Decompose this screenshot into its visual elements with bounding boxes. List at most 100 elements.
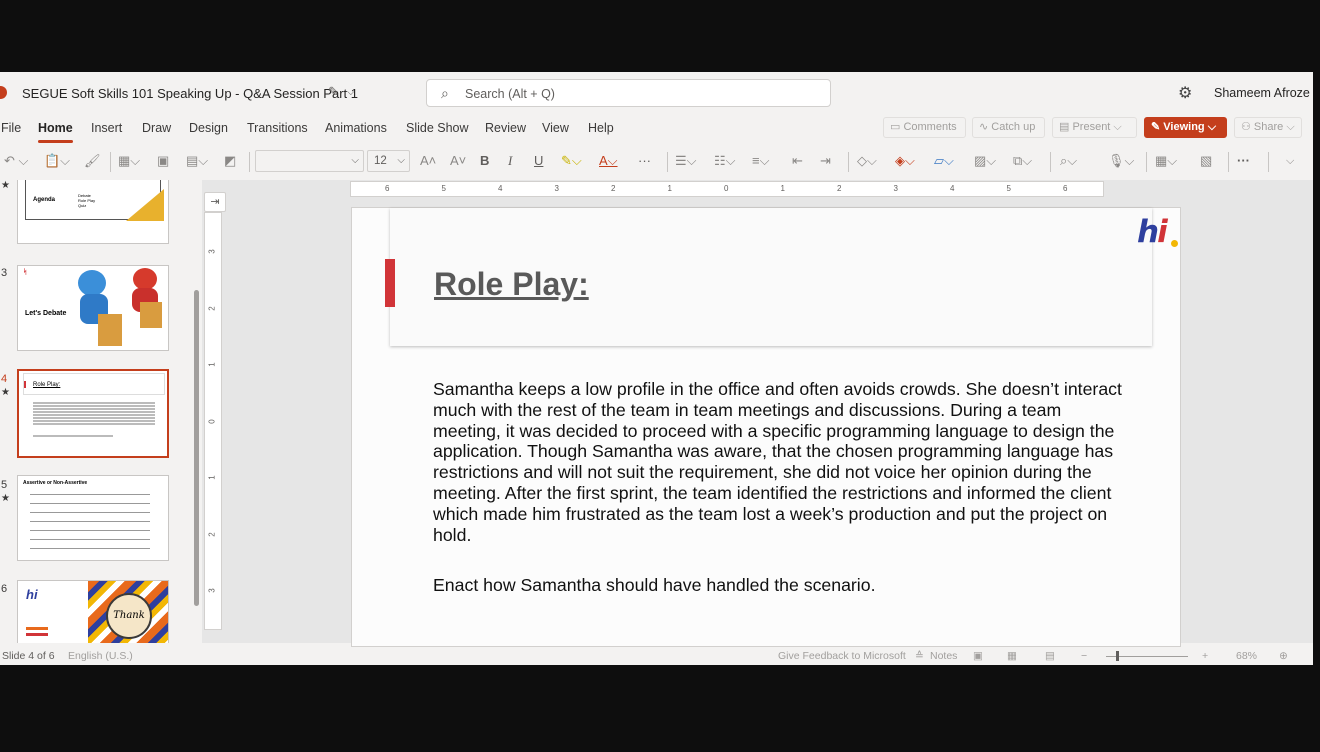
designer-icon[interactable]: ◩ [224,150,236,172]
ruler-label: 2 [837,184,842,193]
title-bar: SEGUE Soft Skills 101 Speaking Up - Q&A … [0,72,1313,114]
reading-view-icon[interactable]: ▤ [1045,650,1055,662]
thumbnail-scrollbar[interactable] [194,290,199,606]
font-color-icon[interactable]: A⌵ [599,150,618,172]
reuse-slides-icon[interactable]: ▣ [157,150,169,172]
notes-icon[interactable]: ≙ [915,650,924,662]
tab-transitions[interactable]: Transitions [247,121,308,135]
slide-thumbnail-2[interactable]: Agenda Debate Role Play Quiz [17,180,169,244]
font-family-select[interactable]: ⌵ [255,150,364,172]
ruler-label: 1 [780,184,785,193]
format-painter-icon[interactable]: 🖌 [84,150,101,172]
tab-view[interactable]: View [542,121,569,135]
tab-slide-show[interactable]: Slide Show [406,121,469,135]
chevron-down-icon[interactable]: ⌵ [347,87,355,98]
present-icon: ▤ [1059,121,1073,133]
decrease-font-icon[interactable]: A˅ [450,150,466,172]
zoom-level[interactable]: 68% [1236,650,1257,662]
user-name[interactable]: Shameem Afroze [1214,86,1310,100]
tab-design[interactable]: Design [189,121,228,135]
thumb-bullets [30,494,150,495]
paste-icon[interactable]: 📋⌵ [44,150,70,172]
designer-ideas-icon[interactable]: ▦⌵ [1155,150,1177,172]
feedback-link[interactable]: Give Feedback to Microsoft [778,650,906,662]
increase-font-icon[interactable]: A˄ [420,150,436,172]
ruler-label: 3 [554,184,559,193]
catch-up-icon: ∿ [979,121,992,133]
layout-icon[interactable]: ▤⌵ [186,150,208,172]
arrange-icon[interactable]: ⧉⌵ [1013,150,1032,172]
more-options-icon[interactable]: ··· [1237,150,1250,172]
thumb-body-text [33,402,155,404]
tab-help[interactable]: Help [588,121,614,135]
divider [1228,152,1229,172]
ruler-label: 2 [611,184,616,193]
zoom-out-icon[interactable]: − [1081,650,1087,662]
slide-thumbnail-6[interactable]: hi Thank you [17,580,169,643]
zoom-slider-thumb[interactable] [1116,651,1119,661]
slide-sorter-icon[interactable]: ▦ [1007,650,1017,662]
highlight-icon[interactable]: ✎⌵ [561,150,582,172]
decrease-indent-icon[interactable]: ⇤ [792,150,803,172]
zoom-in-icon[interactable]: + [1202,650,1208,662]
ruler-label: 3 [207,249,217,254]
title-placeholder[interactable]: Role Play: [385,208,1152,346]
bullets-icon[interactable]: ☰⌵ [675,150,697,172]
undo-icon[interactable]: ↶ ⌵ [4,150,28,172]
italic-button[interactable]: I [508,150,512,172]
slide-prompt-text[interactable]: Enact how Samantha should have handled t… [433,575,876,596]
ruler-label: 4 [950,184,955,193]
slide-canvas[interactable]: Role Play: hi Samantha keeps a low profi… [351,207,1181,647]
gear-icon[interactable]: ⚙ [1178,83,1192,103]
fit-to-window-icon[interactable]: ⊕ [1279,650,1288,662]
thumb-yellow-triangle [126,189,164,221]
collapse-ribbon-icon[interactable]: ⌵ [1286,150,1294,172]
tab-insert[interactable]: Insert [91,121,122,135]
tab-home[interactable]: Home [38,121,73,143]
tab-review[interactable]: Review [485,121,526,135]
thumb-color-bars [26,627,48,630]
shape-effects-icon[interactable]: ▨⌵ [974,150,996,172]
new-slide-icon[interactable]: ▦⌵ [118,150,140,172]
shapes-icon[interactable]: ◇⌵ [857,150,877,172]
divider [1146,152,1147,172]
language-indicator[interactable]: English (U.S.) [68,650,133,662]
document-title[interactable]: SEGUE Soft Skills 101 Speaking Up - Q&A … [22,86,358,101]
increase-indent-icon[interactable]: ⇥ [820,150,831,172]
viewing-mode-button[interactable]: ✎ Viewing ⌵ [1144,117,1227,138]
slide-title[interactable]: Role Play: [434,266,589,303]
slide-number: 3 [1,267,8,279]
slide-thumbnail-4[interactable]: Role Play: [17,369,169,458]
thumb-title: Role Play: [33,382,61,388]
bold-button[interactable]: B [480,150,489,172]
tab-animations[interactable]: Animations [325,121,387,135]
editor-icon[interactable]: ▧ [1200,150,1212,172]
normal-view-icon[interactable]: ▣ [973,650,983,662]
catch-up-button[interactable]: ∿ Catch up [972,117,1045,138]
shape-fill-icon[interactable]: ◈⌵ [895,150,915,172]
sync-status-icon[interactable]: ✎ [328,84,339,100]
tab-draw[interactable]: Draw [142,121,171,135]
slide-thumbnail-5[interactable]: Assertive or Non-Assertive [17,475,169,561]
dictate-icon[interactable]: 🎙⌵ [1108,150,1134,172]
slide-thumbnail-3[interactable]: ᛋ Let's Debate [17,265,169,351]
numbering-icon[interactable]: ☷⌵ [714,150,736,172]
slide-body-text[interactable]: Samantha keeps a low profile in the offi… [433,379,1133,545]
sidebar-toggle-icon[interactable]: ⇥ [204,192,226,212]
share-button[interactable]: ⚇ Share ⌵ [1234,117,1302,138]
underline-button[interactable]: U [534,150,543,172]
font-size-select[interactable]: 12 ⌵ [367,150,410,172]
tab-file[interactable]: File [1,121,21,135]
ruler-label: 1 [667,184,672,193]
align-icon[interactable]: ≡⌵ [752,150,769,172]
thumb-title: Agenda [33,197,56,203]
comments-button[interactable]: ▭ Comments [883,117,966,138]
find-icon[interactable]: ⌕⌵ [1060,150,1077,172]
ruler-label: 3 [207,588,217,593]
present-button[interactable]: ▤ Present ⌵ [1052,117,1137,138]
shape-outline-icon[interactable]: ▱⌵ [934,150,954,172]
search-box[interactable]: ⌕ Search (Alt + Q) [426,79,831,107]
more-font-options[interactable]: ··· [638,150,651,172]
ruler-label: 1 [207,475,217,480]
notes-button[interactable]: Notes [930,650,957,662]
